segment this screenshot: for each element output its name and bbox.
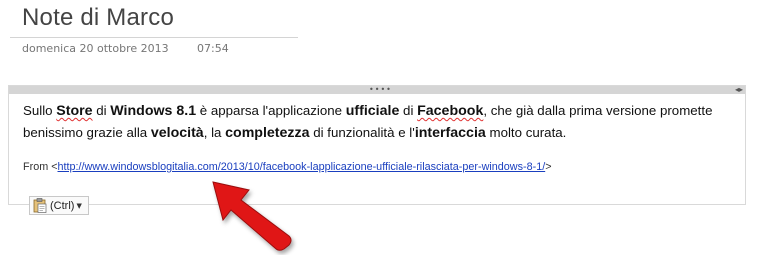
title-underline	[10, 37, 298, 38]
page-title[interactable]: Note di Marco	[22, 4, 174, 32]
text-segment: molto curata.	[485, 125, 567, 140]
bold-text-segment: velocità	[150, 125, 204, 141]
paste-options-button[interactable]: (Ctrl) ▼	[29, 196, 89, 215]
clipboard-icon	[33, 198, 47, 213]
bold-text-segment: Windows 8.1	[110, 103, 197, 119]
container-move-bar[interactable]: •••• ◂▸	[9, 85, 745, 94]
bold-text-segment: Store	[56, 103, 93, 119]
note-container[interactable]: •••• ◂▸ Sullo Store di Windows 8.1 è app…	[8, 85, 746, 205]
bold-text-segment: completezza	[225, 125, 310, 141]
source-suffix: >	[545, 161, 552, 173]
text-segment: Sullo	[23, 103, 57, 118]
page-date: domenica 20 ottobre 2013	[22, 42, 169, 55]
page-time: 07:54	[197, 42, 229, 55]
text-segment: è apparsa l'applicazione	[196, 103, 346, 118]
paste-options-label: (Ctrl)	[50, 199, 75, 212]
note-paragraph[interactable]: Sullo Store di Windows 8.1 è apparsa l'a…	[23, 100, 739, 144]
chevron-down-icon: ▼	[76, 201, 82, 210]
bold-text-segment: Facebook	[417, 103, 484, 119]
bold-text-segment: ufficiale	[345, 103, 400, 119]
source-prefix: From <	[23, 161, 58, 173]
move-grip-icon[interactable]: ••••	[369, 86, 392, 94]
text-segment: di funzionalità e l'	[309, 125, 415, 140]
resize-handle-icon[interactable]: ◂▸	[735, 85, 743, 94]
red-arrow-icon	[212, 181, 292, 251]
bold-text-segment: interfaccia	[414, 125, 486, 141]
text-segment: di	[92, 103, 111, 118]
text-segment: di	[399, 103, 418, 118]
text-segment: , la	[203, 125, 226, 140]
